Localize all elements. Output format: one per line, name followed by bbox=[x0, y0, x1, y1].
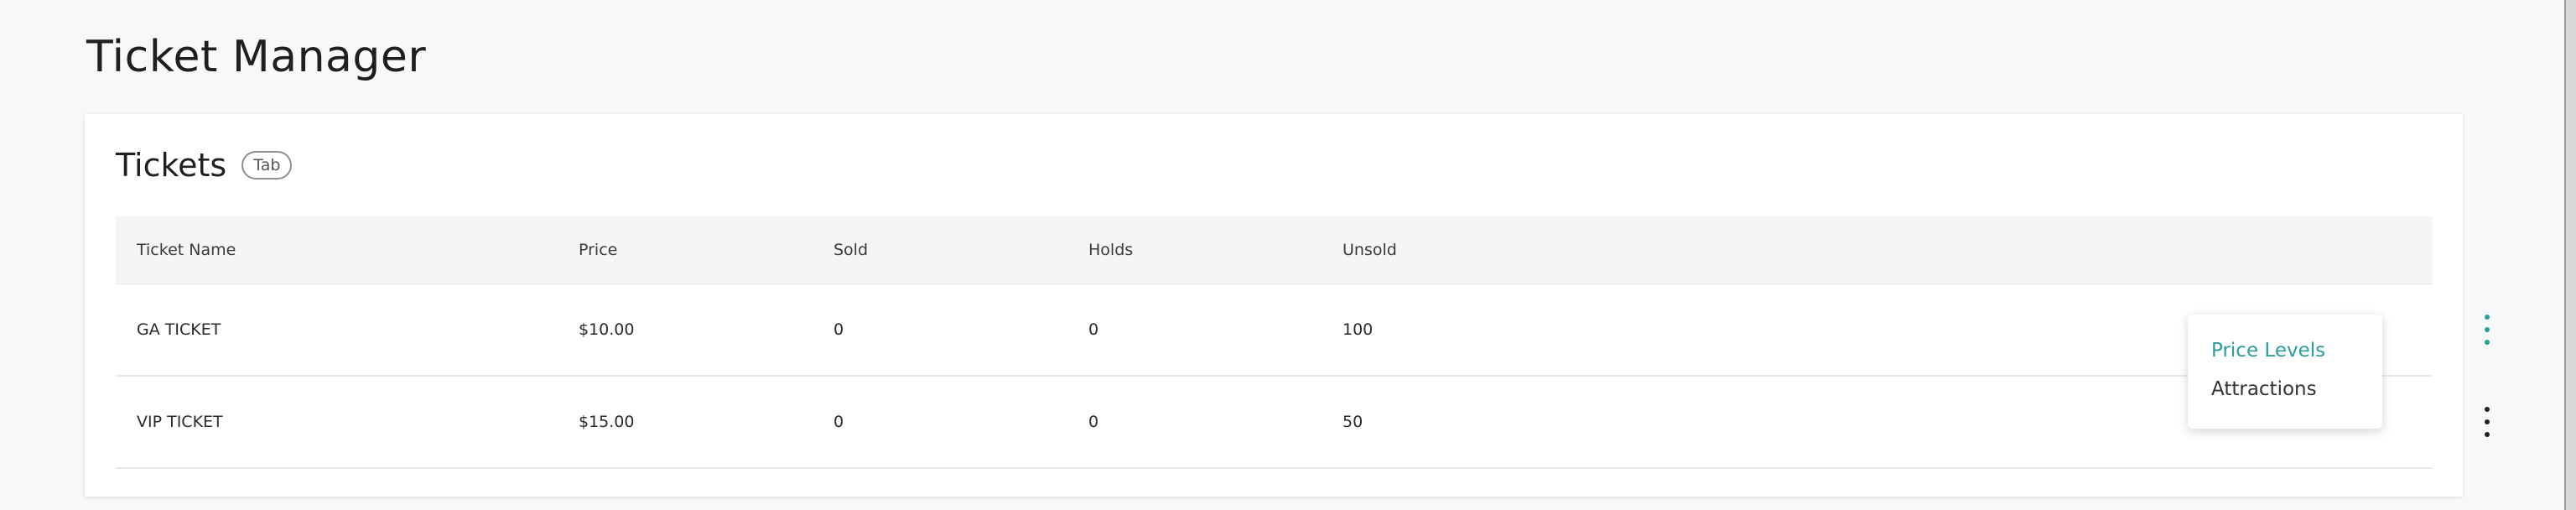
more-dot bbox=[2485, 407, 2490, 412]
ticket-name-cell: VIP TICKET bbox=[137, 413, 223, 431]
table-row[interactable]: VIP TICKET $15.00 0 0 50 bbox=[116, 377, 2490, 469]
menu-item-price-levels[interactable]: Price Levels bbox=[2211, 340, 2325, 362]
tab-chip[interactable]: Tab bbox=[242, 151, 293, 180]
ticket-price-cell: $15.00 bbox=[579, 413, 635, 431]
tickets-table: Ticket Name Price Sold Holds Unsold GA T… bbox=[116, 216, 2490, 469]
row-actions-menu: Price Levels Attractions bbox=[2188, 315, 2382, 429]
ticket-price-cell: $10.00 bbox=[579, 320, 635, 339]
card-header: Tickets Tab bbox=[116, 144, 293, 186]
scrollbar[interactable] bbox=[2564, 0, 2576, 510]
page-title: Ticket Manager bbox=[86, 32, 427, 82]
more-dot bbox=[2485, 432, 2490, 437]
column-header-holds[interactable]: Holds bbox=[1088, 241, 1343, 259]
more-dot bbox=[2485, 419, 2490, 424]
ticket-unsold-cell: 50 bbox=[1343, 413, 1363, 431]
ticket-sold-cell: 0 bbox=[834, 320, 844, 339]
column-header-price[interactable]: Price bbox=[579, 241, 834, 259]
more-vertical-icon[interactable] bbox=[2481, 407, 2493, 437]
column-header-unsold[interactable]: Unsold bbox=[1343, 241, 1594, 259]
card-title: Tickets bbox=[116, 147, 227, 184]
table-row[interactable]: GA TICKET $10.00 0 0 100 bbox=[116, 284, 2490, 377]
table-header: Ticket Name Price Sold Holds Unsold bbox=[116, 216, 2433, 284]
more-dot bbox=[2485, 315, 2490, 320]
column-header-ticket-name[interactable]: Ticket Name bbox=[116, 241, 579, 259]
more-dot bbox=[2485, 340, 2490, 345]
more-vertical-icon[interactable] bbox=[2481, 315, 2493, 345]
ticket-holds-cell: 0 bbox=[1088, 320, 1099, 339]
ticket-holds-cell: 0 bbox=[1088, 413, 1099, 431]
ticket-sold-cell: 0 bbox=[834, 413, 844, 431]
column-header-sold[interactable]: Sold bbox=[834, 241, 1088, 259]
tickets-card: Tickets Tab Ticket Name Price Sold Holds… bbox=[85, 114, 2490, 497]
ticket-name-cell: GA TICKET bbox=[137, 320, 221, 339]
menu-item-attractions[interactable]: Attractions bbox=[2211, 378, 2317, 400]
ticket-unsold-cell: 100 bbox=[1343, 320, 1374, 339]
more-dot bbox=[2485, 327, 2490, 332]
